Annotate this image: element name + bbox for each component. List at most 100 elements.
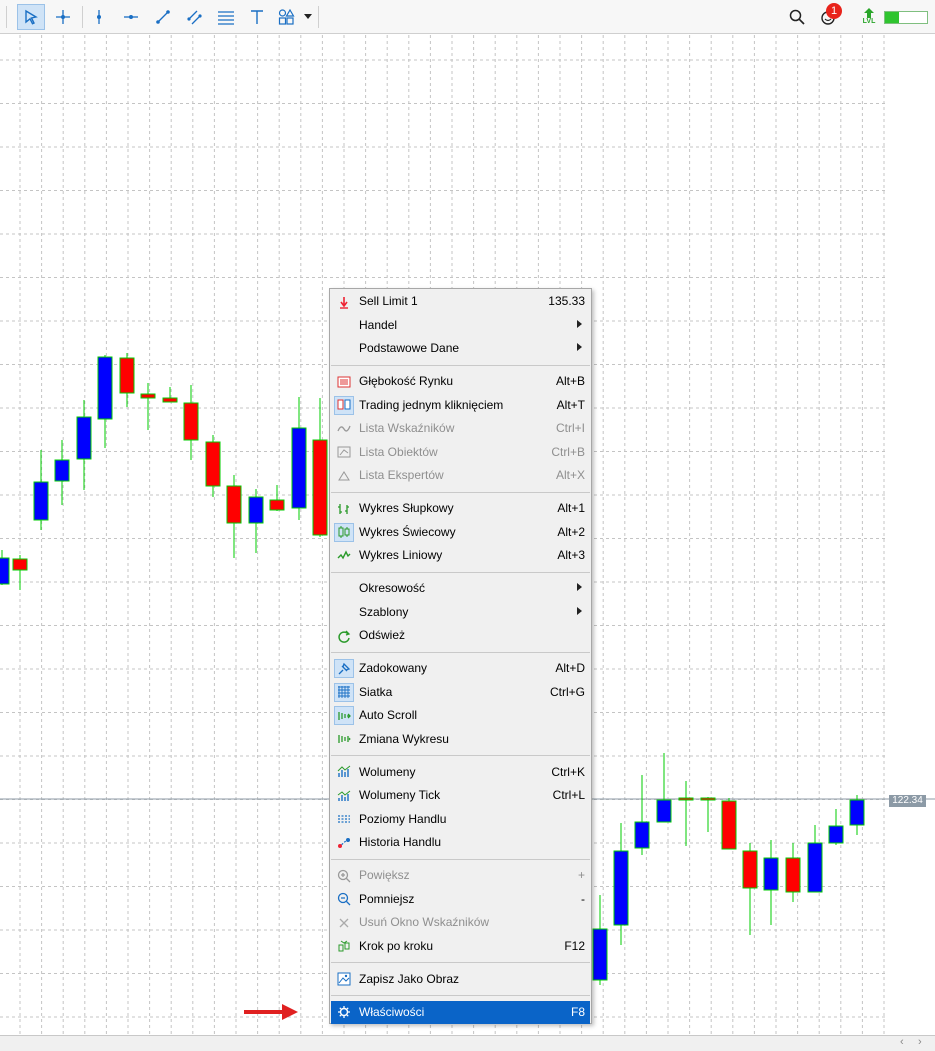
shapes-dropdown-button[interactable] [301, 4, 315, 30]
menu-item-pomniejsz[interactable]: Pomniejsz - [331, 888, 590, 911]
menu-separator [331, 995, 590, 996]
menu-item-trading-jednym-kliknieciem[interactable]: Trading jednym kliknięciem Alt+T [331, 394, 590, 417]
menu-item-shortcut: Ctrl+I [555, 421, 585, 435]
one-click-trading-icon [334, 395, 354, 415]
search-button[interactable] [783, 4, 811, 30]
notification-badge: 1 [826, 3, 842, 19]
menu-item-wykres-liniowy[interactable]: Wykres Liniowy Alt+3 [331, 544, 590, 567]
horizontal-line-button[interactable] [117, 4, 145, 30]
crosshair-icon [56, 10, 70, 24]
candle-body [248, 496, 264, 524]
candle [312, 398, 328, 537]
menu-item-shortcut: F8 [570, 1004, 585, 1019]
menu-item-wykres-swiecowy[interactable]: Wykres Świecowy Alt+2 [331, 521, 590, 544]
horizontal-line-icon [124, 15, 138, 19]
candle [226, 475, 242, 558]
save-image-icon [334, 970, 354, 989]
menu-item-krok-po-kroku[interactable]: Krok po kroku F12 [331, 935, 590, 958]
objects-list-icon [334, 443, 354, 462]
auto-scroll-icon [334, 706, 354, 725]
cursor-tool-button[interactable] [17, 4, 45, 30]
battery-fill [885, 12, 899, 23]
toolbar-separator [318, 6, 319, 28]
menu-item-powieksz[interactable]: Powiększ + [331, 864, 590, 887]
candlestick-chart-icon [334, 522, 354, 542]
menu-item-sell-limit-1[interactable]: Sell Limit 1 135.33 [331, 290, 590, 313]
line-chart-icon [334, 546, 354, 565]
menu-item-label: Auto Scroll [359, 708, 418, 722]
candle-body [592, 928, 608, 981]
menu-item-label: Poziomy Handlu [359, 811, 447, 826]
menu-item-okresowosc[interactable]: Okresowość [331, 577, 590, 600]
horizontal-scrollbar[interactable]: ‹ › [0, 1035, 935, 1051]
candle-body [183, 402, 199, 441]
trade-levels-icon [334, 810, 354, 829]
menu-item-shortcut: Alt+T [556, 397, 585, 412]
menu-item-lista-wskaznikow[interactable]: Lista Wskaźników Ctrl+I [331, 417, 590, 440]
bar-chart-icon [334, 499, 354, 518]
trendline-button[interactable] [149, 4, 177, 30]
lvl-label: LVL [862, 18, 876, 25]
crosshair-tool-button[interactable] [49, 4, 77, 30]
menu-item-siatka[interactable]: Siatka Ctrl+G [331, 681, 590, 704]
properties-icon [334, 1003, 354, 1022]
menu-item-label: Pomniejsz [359, 891, 415, 906]
menu-item-odswiez[interactable]: Odśwież [331, 624, 590, 647]
candle-body [205, 441, 221, 487]
menu-item-wolumeny-tick[interactable]: Wolumeny Tick Ctrl+L [331, 784, 590, 807]
pin-icon [334, 659, 354, 678]
shapes-button[interactable] [273, 4, 301, 30]
menu-item-usun-okno-wskaznikow[interactable]: Usuń Okno Wskaźników [331, 911, 590, 934]
menu-item-label: Trading jednym kliknięciem [359, 397, 504, 412]
tick-volumes-icon [334, 786, 354, 805]
menu-item-poziomy-handlu[interactable]: Poziomy Handlu [331, 808, 590, 831]
current-price-label: 122.34 [889, 795, 926, 807]
menu-item-glebokosc-rynku[interactable]: Głębokość Rynku Alt+B [331, 370, 590, 393]
menu-item-handel[interactable]: Handel [331, 314, 590, 337]
menu-item-label: Lista Ekspertów [359, 468, 444, 482]
fibonacci-icon [218, 11, 234, 25]
menu-item-zapisz-jako-obraz[interactable]: Zapisz Jako Obraz [331, 968, 590, 991]
menu-item-zadokowany[interactable]: Zadokowany Alt+D [331, 657, 590, 680]
candle-body [656, 799, 672, 823]
menu-item-auto-scroll[interactable]: Auto Scroll [331, 704, 590, 727]
zoom-in-icon [334, 866, 354, 885]
sell-limit-icon [334, 292, 354, 311]
scroll-left-button[interactable]: ‹ [900, 1036, 904, 1048]
fibonacci-button[interactable] [212, 4, 240, 30]
menu-item-lista-ekspertow[interactable]: Lista Ekspertów Alt+X [331, 464, 590, 487]
candle [613, 823, 629, 945]
menu-item-label: Odśwież [359, 628, 406, 642]
menu-item-shortcut: Alt+D [555, 661, 585, 675]
scroll-right-button[interactable]: › [918, 1036, 922, 1048]
menu-item-podstawowe-dane[interactable]: Podstawowe Dane [331, 337, 590, 360]
signal-level-button[interactable]: LVL [855, 4, 883, 30]
menu-separator [331, 962, 590, 963]
vertical-line-button[interactable] [85, 4, 113, 30]
text-tool-button[interactable] [243, 4, 271, 30]
candle [700, 797, 716, 832]
menu-item-zmiana-wykresu[interactable]: Zmiana Wykresu [331, 728, 590, 751]
menu-item-lista-obiektow[interactable]: Lista Obiektów Ctrl+B [331, 441, 590, 464]
menu-item-shortcut: Alt+X [555, 468, 585, 482]
candle-body [33, 481, 49, 521]
menu-item-historia-handlu[interactable]: Historia Handlu [331, 831, 590, 854]
menu-item-wolumeny[interactable]: Wolumeny Ctrl+K [331, 761, 590, 784]
chart-toolbar: 1 LVL [0, 0, 935, 34]
candle [119, 353, 135, 407]
channel-button[interactable] [181, 4, 209, 30]
menu-item-szablony[interactable]: Szablony [331, 601, 590, 624]
menu-item-wlasciwosci[interactable]: Właściwości F8 [331, 1000, 590, 1024]
toolbar-separator [82, 6, 83, 28]
candle [248, 489, 264, 553]
notifications-button[interactable]: 1 [815, 3, 843, 30]
candle-body [226, 485, 242, 524]
trendline-icon [156, 10, 170, 24]
search-icon [789, 9, 805, 25]
menu-item-shortcut: Alt+2 [557, 524, 585, 539]
candle-body [162, 397, 178, 403]
menu-item-shortcut: Ctrl+G [549, 684, 585, 699]
step-icon [334, 937, 354, 956]
menu-item-wykres-slupkowy[interactable]: Wykres Słupkowy Alt+1 [331, 497, 590, 520]
menu-item-shortcut: + [577, 868, 585, 882]
